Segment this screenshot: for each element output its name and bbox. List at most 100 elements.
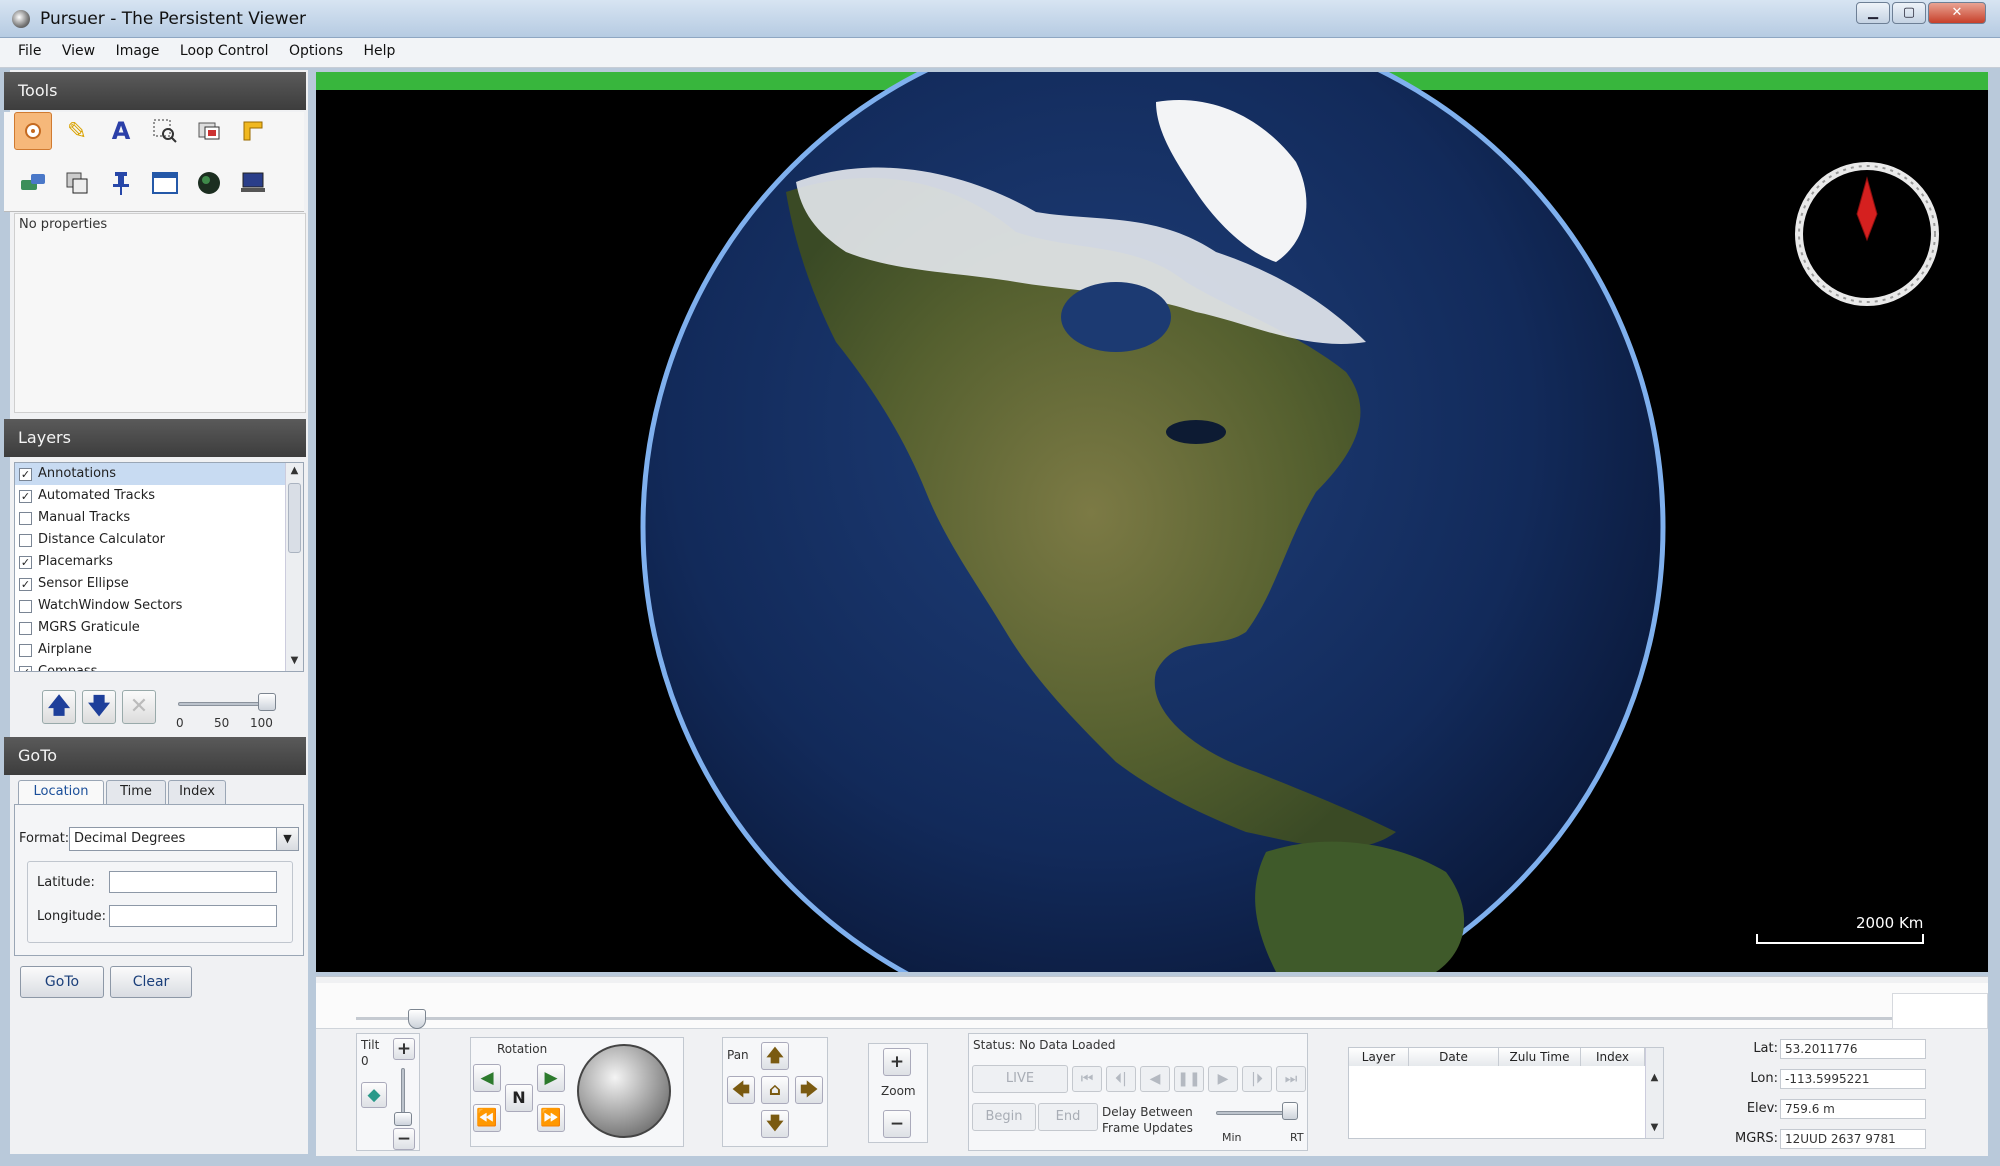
play-reverse-icon[interactable]: ◀ [1140,1066,1170,1092]
timeline-track[interactable] [356,1017,1916,1020]
longitude-input[interactable] [109,905,277,927]
menu-image[interactable]: Image [108,38,168,64]
tilt-reset-icon[interactable]: ◆ [361,1082,387,1108]
zoom-in-button[interactable]: + [883,1048,911,1076]
close-button[interactable]: ✕ [1928,2,1986,24]
tilt-increase-button[interactable]: + [393,1038,415,1060]
pan-down-button[interactable]: 🡇 [761,1110,789,1138]
layer-placemarks[interactable]: ✓ Placemarks [15,551,303,573]
tilt-slider-knob[interactable] [394,1112,412,1126]
layer-distance-calculator[interactable]: Distance Calculator [15,529,303,551]
end-button[interactable]: End [1038,1103,1098,1131]
layer-watchwindow-sectors[interactable]: WatchWindow Sectors [15,595,303,617]
menu-file[interactable]: File [10,38,49,64]
layer-checkbox[interactable]: ✓ [19,665,32,671]
opacity-mid-label: 50 [214,716,230,730]
pause-icon[interactable]: ❚❚ [1174,1066,1204,1092]
layer-checkbox[interactable] [19,511,32,525]
col-layer[interactable]: Layer [1349,1048,1409,1066]
globe-canvas[interactable] [316,72,1988,972]
layer-mgrs-graticule[interactable]: MGRS Graticule [15,617,303,639]
step-back-icon[interactable]: ⏴| [1106,1066,1136,1092]
scroll-up-icon[interactable]: ▲ [288,465,301,479]
goto-button[interactable]: GoTo [20,966,104,998]
frame-table-scrollbar[interactable]: ▲ ▼ [1645,1048,1663,1138]
delay-slider-knob[interactable] [1282,1102,1298,1120]
pencil-tool-icon[interactable]: ✎ [58,112,96,150]
layer-compass[interactable]: ✓ Compass [15,661,303,671]
rotate-right-button[interactable]: ▶ [537,1064,565,1092]
move-layer-up-button[interactable]: 🡅 [42,690,76,724]
scroll-thumb[interactable] [288,483,301,553]
tab-time[interactable]: Time [106,780,166,804]
maximize-button[interactable]: ▢ [1892,2,1926,24]
layer-checkbox[interactable]: ✓ [19,577,32,591]
layer-automated-tracks[interactable]: ✓ Automated Tracks [15,485,303,507]
tab-index[interactable]: Index [168,780,226,804]
zoom-out-button[interactable]: − [883,1110,911,1138]
layer-checkbox[interactable] [19,599,32,613]
track-tool-icon[interactable] [14,164,52,202]
layer-sensor-ellipse[interactable]: ✓ Sensor Ellipse [15,573,303,595]
menu-options[interactable]: Options [281,38,351,64]
latitude-input[interactable] [109,871,277,893]
layers-tool-icon[interactable] [58,164,96,202]
capture-tool-icon[interactable] [190,112,228,150]
play-icon[interactable]: ▶ [1208,1066,1238,1092]
window-tool-icon[interactable] [146,164,184,202]
col-zulu-time[interactable]: Zulu Time [1499,1048,1581,1066]
rotate-left-button[interactable]: ◀ [473,1064,501,1092]
monitor-tool-icon[interactable] [234,164,272,202]
pan-right-button[interactable]: 🡆 [795,1076,823,1104]
clear-button[interactable]: Clear [110,966,192,998]
layer-checkbox[interactable]: ✓ [19,467,32,481]
rotate-fast-left-button[interactable]: ⏪ [473,1104,501,1132]
menu-help[interactable]: Help [355,38,403,64]
rotation-joystick[interactable] [577,1044,671,1138]
pan-left-button[interactable]: 🡄 [727,1076,755,1104]
home-icon[interactable]: ⌂ [761,1076,789,1104]
globe-tool-icon[interactable] [190,164,228,202]
rotate-fast-right-button[interactable]: ⏩ [537,1104,565,1132]
select-tool-icon[interactable] [14,112,52,150]
ruler-tool-icon[interactable] [234,112,272,150]
remove-layer-button[interactable]: ✕ [122,690,156,724]
skip-to-end-icon[interactable]: ⏭ [1276,1066,1306,1092]
menu-view[interactable]: View [54,38,103,64]
scroll-down-icon[interactable]: ▼ [288,655,301,669]
tab-location[interactable]: Location [18,780,104,805]
format-select[interactable]: Decimal Degrees ▼ [69,827,299,851]
pan-up-button[interactable]: 🡅 [761,1042,789,1070]
layer-manual-tracks[interactable]: Manual Tracks [15,507,303,529]
text-tool-icon[interactable]: A [102,112,140,150]
tilt-decrease-button[interactable]: − [393,1128,415,1150]
layer-controls: 🡅 🡇 ✕ 0 50 100 [14,680,304,730]
globe-viewport[interactable]: UNCLASSIFIED 20 [316,72,1988,972]
layer-checkbox[interactable] [19,621,32,635]
timeline-knob[interactable] [408,1009,426,1029]
live-button[interactable]: LIVE [972,1065,1068,1093]
opacity-slider-knob[interactable] [258,693,276,711]
minimize-button[interactable]: ▁ [1856,2,1890,24]
skip-to-start-icon[interactable]: ⏮ [1072,1066,1102,1092]
menu-loop-control[interactable]: Loop Control [172,38,277,64]
col-date[interactable]: Date [1409,1048,1499,1066]
layer-checkbox[interactable] [19,533,32,547]
move-layer-down-button[interactable]: 🡇 [82,690,116,724]
layer-checkbox[interactable]: ✓ [19,489,32,503]
layer-checkbox[interactable]: ✓ [19,555,32,569]
scroll-up-icon[interactable]: ▲ [1648,1072,1661,1086]
pushpin-tool-icon[interactable] [102,164,140,202]
north-up-button[interactable]: N [505,1084,533,1112]
layer-list-scrollbar[interactable]: ▲ ▼ [285,463,303,671]
layer-annotations[interactable]: ✓ Annotations [15,463,303,485]
scroll-down-icon[interactable]: ▼ [1648,1122,1661,1136]
zoom-select-tool-icon[interactable] [146,112,184,150]
layer-airplane[interactable]: Airplane [15,639,303,661]
col-index[interactable]: Index [1581,1048,1645,1066]
step-forward-icon[interactable]: |⏵ [1242,1066,1272,1092]
begin-button[interactable]: Begin [972,1103,1036,1131]
timeline-slider[interactable] [316,983,1988,1029]
layer-checkbox[interactable] [19,643,32,657]
chevron-down-icon[interactable]: ▼ [276,828,298,850]
